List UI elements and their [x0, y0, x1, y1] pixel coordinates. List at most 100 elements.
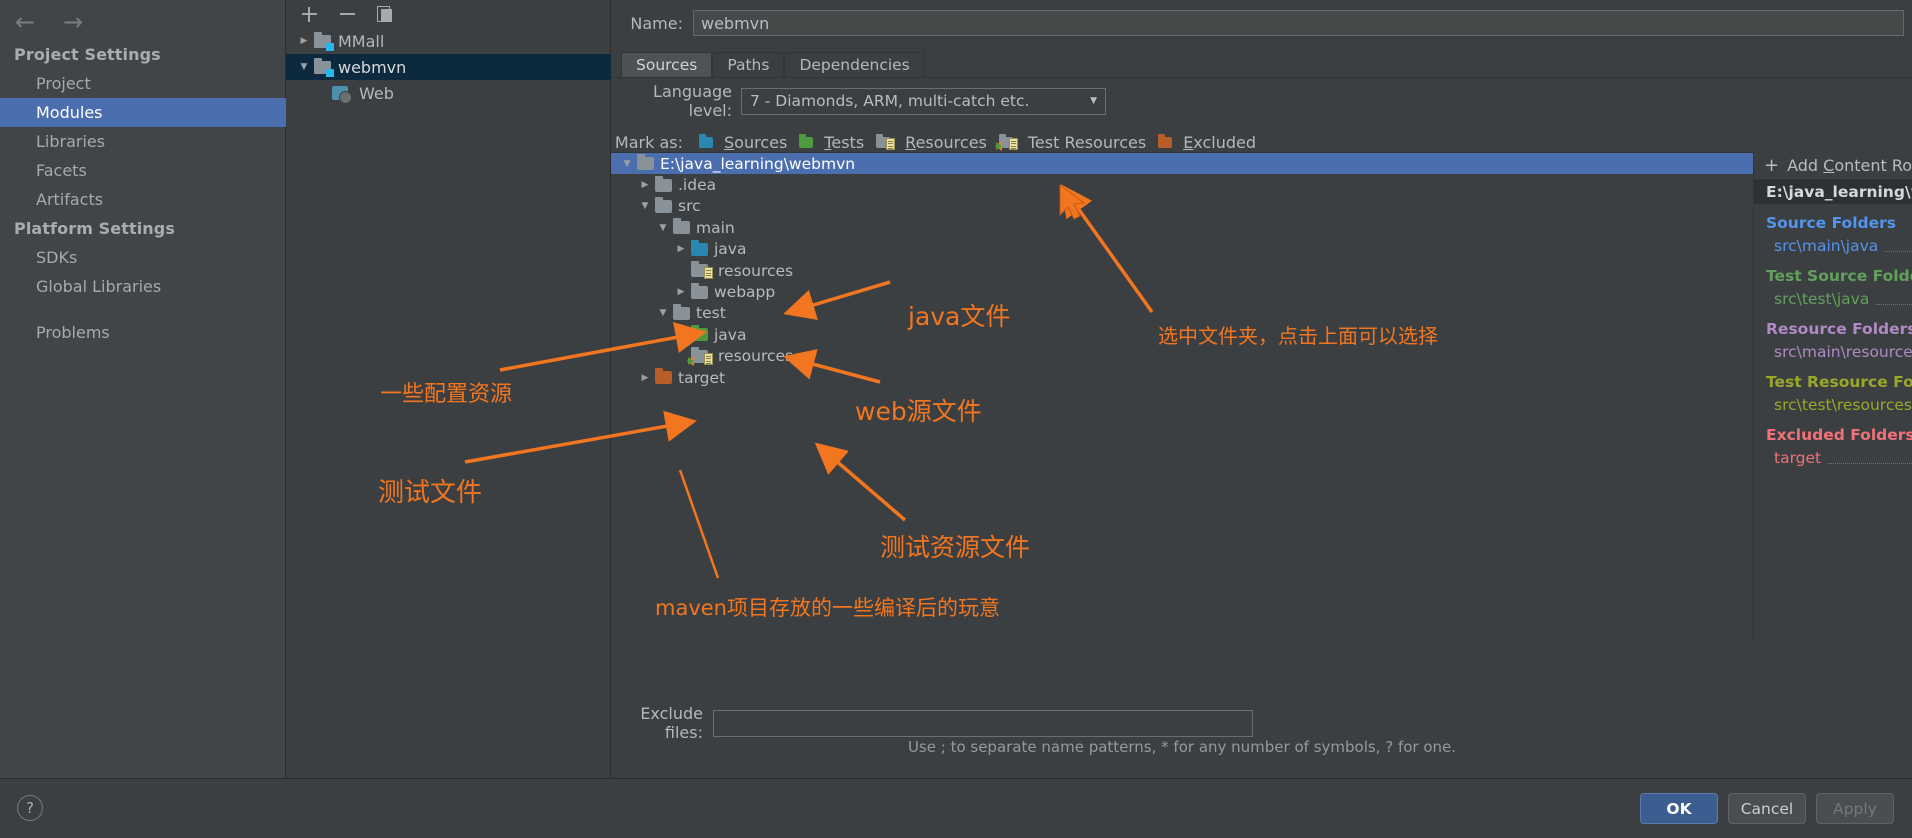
- back-arrow-icon[interactable]: ←: [12, 9, 38, 35]
- mark-as-resources-button[interactable]: Resources: [870, 131, 993, 154]
- chevron-down-icon[interactable]: ▼: [294, 62, 314, 72]
- tab-dependencies[interactable]: Dependencies: [784, 52, 925, 78]
- sidebar-item-modules[interactable]: Modules: [0, 98, 286, 127]
- tree-row-main-java[interactable]: ▶ java: [611, 239, 1753, 260]
- add-module-button[interactable]: [298, 3, 320, 25]
- module-name-row: Name:: [611, 0, 1912, 46]
- modules-tree: ▶ MMall ▼ webmvn Web: [286, 28, 611, 106]
- tree-row-label: .idea: [678, 176, 717, 195]
- chevron-down-icon[interactable]: ▼: [653, 308, 673, 318]
- tab-paths[interactable]: Paths: [712, 52, 785, 78]
- chevron-right-icon[interactable]: ▶: [671, 287, 691, 297]
- mark-as-label: Mark as:: [614, 132, 683, 152]
- source-folder-entry[interactable]: src\main\java ✎ ✕: [1754, 234, 1912, 257]
- tree-row-label: main: [696, 218, 735, 237]
- forward-arrow-icon[interactable]: →: [60, 9, 86, 35]
- tree-row-target[interactable]: ▶ target: [611, 367, 1753, 388]
- chevron-down-icon[interactable]: ▼: [1090, 96, 1097, 106]
- tree-row-test-resources[interactable]: resources: [611, 346, 1753, 367]
- tree-row-src[interactable]: ▼ src: [611, 196, 1753, 217]
- mark-as-excluded-button[interactable]: Excluded: [1152, 131, 1262, 154]
- tree-row-label: webapp: [714, 283, 776, 302]
- chevron-right-icon[interactable]: ▶: [671, 244, 691, 254]
- chevron-down-icon[interactable]: ▼: [635, 201, 655, 211]
- module-name-input[interactable]: [693, 10, 1904, 36]
- settings-sidebar: ← → Project Settings Project Modules Lib…: [0, 0, 286, 778]
- chevron-right-icon[interactable]: ▶: [294, 36, 314, 46]
- excluded-folder-path: target: [1774, 448, 1822, 467]
- tree-row-main[interactable]: ▼ main: [611, 217, 1753, 238]
- tree-row-label: test: [696, 304, 726, 323]
- tree-row-test[interactable]: ▼ test: [611, 303, 1753, 324]
- mark-as-tests-label: Tests: [824, 132, 865, 152]
- help-button[interactable]: ?: [17, 795, 43, 821]
- sidebar-item-global-libraries[interactable]: Global Libraries: [0, 272, 286, 301]
- dotted-leader: [1885, 239, 1912, 252]
- language-level-dropdown[interactable]: 7 - Diamonds, ARM, multi-catch etc. ▼: [741, 87, 1106, 115]
- sidebar-item-artifacts[interactable]: Artifacts: [0, 185, 286, 214]
- sidebar-item-project[interactable]: Project: [0, 69, 286, 98]
- resources-folder-icon: [876, 134, 896, 150]
- ok-button[interactable]: OK: [1640, 793, 1718, 824]
- tab-sources[interactable]: Sources: [621, 52, 713, 78]
- module-tree-item-mmall[interactable]: ▶ MMall: [286, 28, 611, 54]
- tree-row-label: src: [678, 197, 701, 216]
- tree-row-test-java[interactable]: java: [611, 324, 1753, 345]
- test-resource-folders-title: Test Resource Folders: [1766, 373, 1912, 391]
- sidebar-group-platform-settings: Platform Settings: [14, 219, 175, 238]
- remove-module-button[interactable]: [336, 3, 358, 25]
- resources-folder-icon: [691, 261, 713, 280]
- chevron-right-icon[interactable]: ▶: [635, 373, 655, 383]
- module-tree-item-web[interactable]: Web: [286, 80, 611, 106]
- exclude-files-label: Exclude files:: [640, 704, 703, 742]
- add-content-root-button[interactable]: + Add Content Root: [1754, 152, 1912, 180]
- exclude-files-row: Exclude files:: [611, 704, 1753, 742]
- module-tree-item-label: Web: [359, 83, 394, 103]
- mark-as-test-resources-label: Test Resources: [1027, 132, 1147, 152]
- test-resource-folder-path: src\test\resources: [1774, 395, 1912, 414]
- test-resource-folder-entry[interactable]: src\test\resources ✎ ✕: [1754, 393, 1912, 416]
- mark-as-sources-button[interactable]: Sources: [693, 131, 793, 154]
- tree-row-label: java: [714, 240, 747, 259]
- chevron-right-icon[interactable]: ▶: [635, 180, 655, 190]
- dotted-leader: [1828, 451, 1912, 464]
- tree-row-content-root[interactable]: ▼ E:\java_learning\webmvn: [611, 153, 1753, 175]
- cancel-button[interactable]: Cancel: [1728, 793, 1806, 824]
- tab-underline: [611, 77, 1912, 78]
- tree-row-main-resources[interactable]: resources: [611, 260, 1753, 281]
- folder-icon: [637, 154, 654, 171]
- tree-row-idea[interactable]: ▶ .idea: [611, 174, 1753, 195]
- sidebar-item-sdks[interactable]: SDKs: [0, 243, 286, 272]
- apply-button[interactable]: Apply: [1816, 793, 1894, 824]
- chevron-down-icon[interactable]: ▼: [617, 159, 637, 169]
- mark-as-tests-button[interactable]: Tests: [793, 131, 870, 154]
- test-source-folder-entry[interactable]: src\test\java ✎ ✕: [1754, 287, 1912, 310]
- module-detail-panel: Name: Sources Paths Dependencies Languag…: [611, 0, 1912, 778]
- sidebar-item-facets[interactable]: Facets: [0, 156, 286, 185]
- exclude-files-hint: Use ; to separate name patterns, * for a…: [907, 738, 1457, 756]
- exclude-files-input[interactable]: [713, 709, 1253, 737]
- plus-icon: [301, 6, 317, 22]
- excluded-folder-entry[interactable]: target ✎ ✕: [1754, 446, 1912, 469]
- module-tree-item-webmvn[interactable]: ▼ webmvn: [286, 54, 611, 80]
- tree-row-webapp[interactable]: ▶ webapp: [611, 281, 1753, 302]
- language-level-label: Language level:: [653, 82, 732, 120]
- language-level-row: Language level: 7 - Diamonds, ARM, multi…: [611, 82, 1912, 120]
- sidebar-item-libraries[interactable]: Libraries: [0, 127, 286, 156]
- content-folder-tree: ▼ E:\java_learning\webmvn ▶ .idea ▼ src …: [611, 152, 1753, 640]
- sidebar-navigation: ← →: [0, 0, 286, 44]
- tree-row-label: resources: [718, 261, 794, 280]
- test-resources-folder-icon: [994, 134, 1018, 151]
- sidebar-item-problems[interactable]: Problems: [0, 301, 286, 347]
- excluded-folder-icon: [1158, 134, 1173, 148]
- module-folder-icon: [314, 31, 334, 51]
- mark-as-test-resources-button[interactable]: Test Resources: [993, 131, 1152, 154]
- module-tree-item-label: MMall: [338, 31, 385, 51]
- copy-module-button[interactable]: [374, 3, 396, 25]
- module-tree-item-label: webmvn: [338, 57, 407, 77]
- dotted-leader: [1876, 292, 1912, 305]
- tree-row-label: java: [714, 325, 747, 344]
- resource-folder-entry[interactable]: src\main\resources ✎ ✕: [1754, 340, 1912, 363]
- chevron-down-icon[interactable]: ▼: [653, 223, 673, 233]
- module-folder-icon: [314, 57, 334, 77]
